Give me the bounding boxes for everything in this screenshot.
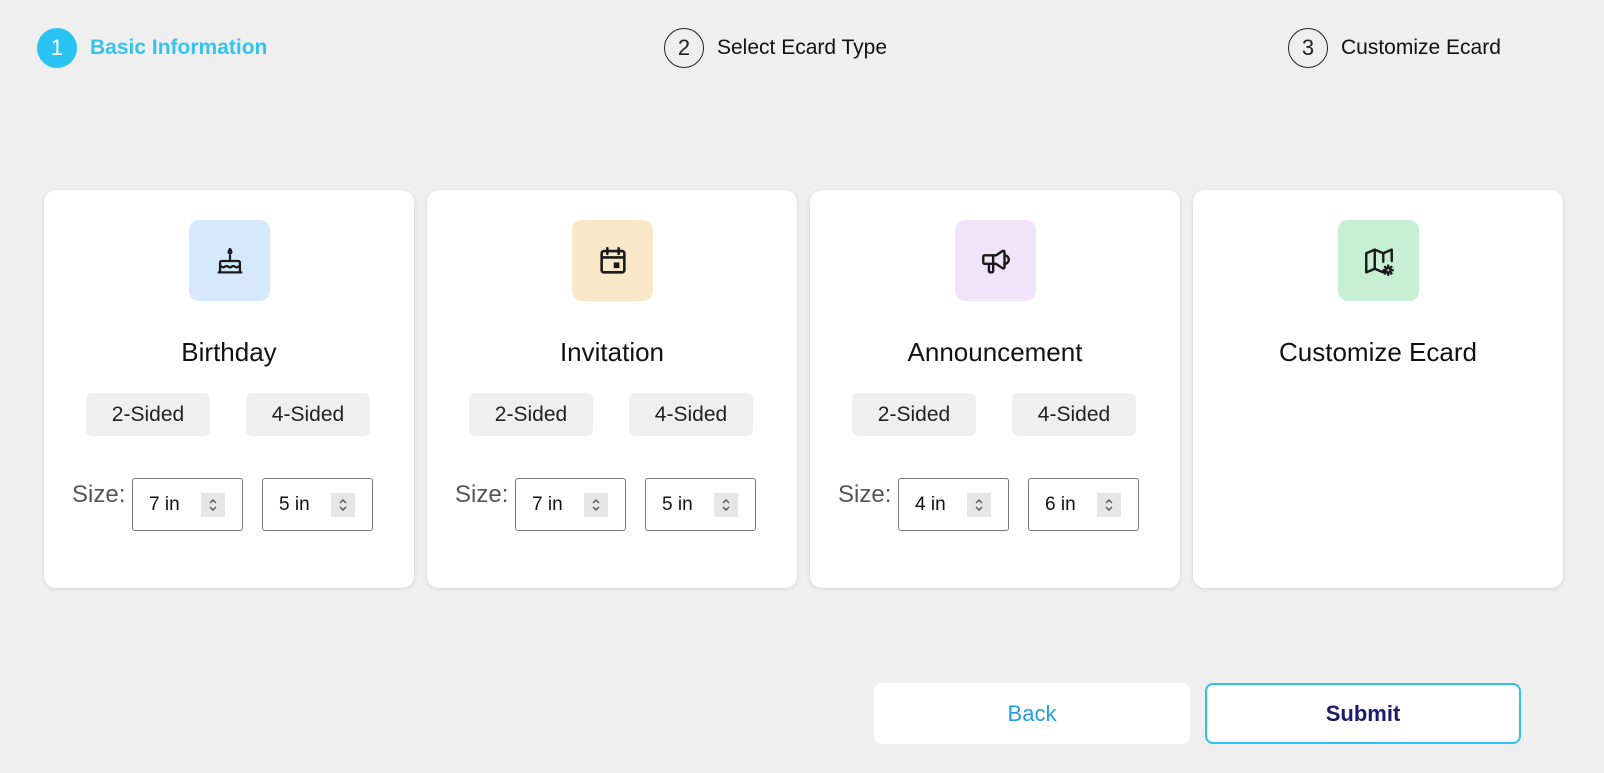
step-basic-information[interactable]: 1 Basic Information xyxy=(37,28,267,68)
spinner-arrows-icon[interactable] xyxy=(967,493,991,517)
step-number: 1 xyxy=(37,28,77,68)
two-sided-button[interactable]: 2-Sided xyxy=(852,393,976,436)
spinner-arrows-icon[interactable] xyxy=(584,493,608,517)
card-title: Announcement xyxy=(907,337,1083,367)
width-stepper[interactable]: 7 in xyxy=(132,478,243,531)
step-select-ecard-type[interactable]: 2 Select Ecard Type xyxy=(664,28,887,68)
height-value: 5 in xyxy=(662,494,693,515)
card-title: Invitation xyxy=(559,337,665,367)
height-value: 5 in xyxy=(279,494,310,515)
calendar-icon xyxy=(599,246,626,274)
card-icon-tile xyxy=(1338,220,1419,301)
size-label: Size: xyxy=(838,481,892,508)
megaphone-icon xyxy=(981,249,1010,274)
step-label: Select Ecard Type xyxy=(717,36,888,59)
size-label: Size: xyxy=(72,481,126,508)
map-settings-icon xyxy=(1364,247,1394,276)
card-title: Birthday xyxy=(181,337,277,367)
four-sided-button[interactable]: 4-Sided xyxy=(246,393,370,436)
card-icon-tile xyxy=(572,220,653,301)
back-button[interactable]: Back xyxy=(874,683,1190,744)
step-number: 3 xyxy=(1288,28,1328,68)
card-icon-tile xyxy=(189,220,270,301)
four-sided-button[interactable]: 4-Sided xyxy=(1012,393,1136,436)
spinner-arrows-icon[interactable] xyxy=(714,493,738,517)
ecard-wizard-page: 1 Basic Information 2 Select Ecard Type … xyxy=(0,0,1604,773)
step-number: 2 xyxy=(664,28,704,68)
submit-button[interactable]: Submit xyxy=(1205,683,1521,744)
card-title: Customize Ecard xyxy=(1279,337,1477,367)
two-sided-button[interactable]: 2-Sided xyxy=(469,393,593,436)
step-label: Customize Ecard xyxy=(1341,36,1501,59)
width-value: 7 in xyxy=(532,494,563,515)
ecard-type-cards: Birthday 2-Sided 4-Sided Size: 7 in 5 in xyxy=(44,190,1563,588)
spinner-arrows-icon[interactable] xyxy=(1097,493,1121,517)
birthday-cake-icon xyxy=(217,247,242,273)
spinner-arrows-icon[interactable] xyxy=(201,493,225,517)
height-stepper[interactable]: 5 in xyxy=(645,478,756,531)
two-sided-button[interactable]: 2-Sided xyxy=(86,393,210,436)
card-invitation[interactable]: Invitation 2-Sided 4-Sided Size: 7 in 5 … xyxy=(427,190,797,588)
spinner-arrows-icon[interactable] xyxy=(331,493,355,517)
width-stepper[interactable]: 4 in xyxy=(898,478,1009,531)
size-label: Size: xyxy=(455,481,509,508)
card-birthday[interactable]: Birthday 2-Sided 4-Sided Size: 7 in 5 in xyxy=(44,190,414,588)
width-value: 7 in xyxy=(149,494,180,515)
width-stepper[interactable]: 7 in xyxy=(515,478,626,531)
card-icon-tile xyxy=(955,220,1036,301)
step-customize-ecard[interactable]: 3 Customize Ecard xyxy=(1288,28,1501,68)
step-label: Basic Information xyxy=(90,36,268,59)
height-stepper[interactable]: 5 in xyxy=(262,478,373,531)
height-stepper[interactable]: 6 in xyxy=(1028,478,1139,531)
width-value: 4 in xyxy=(915,494,946,515)
height-value: 6 in xyxy=(1045,494,1076,515)
card-customize-ecard[interactable]: Customize Ecard xyxy=(1193,190,1563,588)
four-sided-button[interactable]: 4-Sided xyxy=(629,393,753,436)
card-announcement[interactable]: Announcement 2-Sided 4-Sided Size: 4 in … xyxy=(810,190,1180,588)
